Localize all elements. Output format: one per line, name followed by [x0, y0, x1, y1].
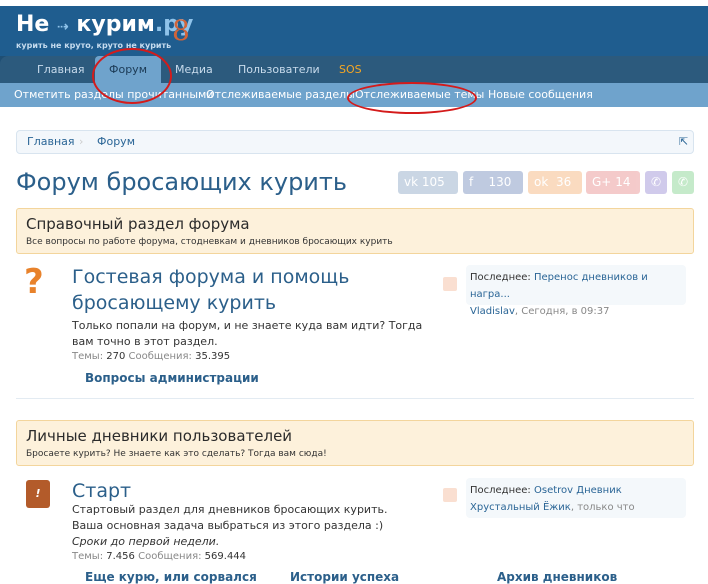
site-logo[interactable]: Не ⇢ курим.ру [16, 12, 193, 37]
subforum-link[interactable]: Еще курю, или сорвался [85, 570, 257, 584]
forum-title[interactable]: Старт [72, 480, 131, 502]
subforum-link[interactable]: Истории успеха [290, 570, 399, 584]
share-ok-button[interactable]: ok 36 [528, 171, 582, 194]
share-vk-button[interactable]: vk 105 [398, 171, 458, 194]
category-description: Бросаете курить? Не знаете как это сдела… [26, 449, 327, 459]
tab-media[interactable]: Медиа [175, 56, 213, 83]
whatsapp-icon[interactable]: ✆ [672, 171, 694, 194]
last-post: Последнее: Перенос дневников и награ... … [466, 265, 686, 317]
divider [16, 398, 694, 399]
tagline: курить не круто, круто не курить [16, 41, 172, 50]
forum-title-line2[interactable]: бросающему курить [72, 292, 276, 314]
subforum-link[interactable]: Архив дневников [497, 570, 617, 584]
share-gplus-button[interactable]: G+ 14 [586, 171, 640, 194]
share-facebook-button[interactable]: f 130 [463, 171, 523, 194]
forum-description: Стартовый раздел для дневников бросающих… [72, 503, 388, 532]
forum-description: Только попали на форум, и не знаете куда… [72, 319, 423, 348]
tab-users[interactable]: Пользователи [238, 56, 320, 83]
category-header: Справочный раздел форума Все вопросы по … [16, 208, 694, 254]
breadcrumb-separator: › [79, 135, 84, 148]
last-post-link[interactable]: Osetrov Дневник [534, 485, 622, 496]
last-post-user[interactable]: Хрустальный Ёжик [470, 502, 571, 513]
forum-title[interactable]: Гостевая форума и помощь [72, 266, 349, 288]
category-header: Личные дневники пользователей Бросаете к… [16, 420, 694, 466]
forum-note: Сроки до первой недели. [72, 535, 220, 548]
rss-icon[interactable] [443, 488, 457, 502]
rss-icon[interactable] [443, 277, 457, 291]
cigarette-icon: ⇢ [57, 19, 69, 35]
question-icon: ? [24, 262, 44, 302]
category-title[interactable]: Справочный раздел форума [26, 215, 250, 233]
eight-march-icon: 8 [172, 14, 190, 47]
forum-stats: Темы: 270 Сообщения: 35.395 [72, 351, 231, 362]
annotation-circle [347, 82, 477, 114]
page-title: Форум бросающих курить [16, 168, 348, 196]
breadcrumb-forum[interactable]: Форум [97, 131, 135, 153]
site-header: Не ⇢ курим.ру 8 курить не круто, круто н… [0, 6, 708, 56]
last-post-user[interactable]: Vladislav [470, 306, 515, 317]
category-title[interactable]: Личные дневники пользователей [26, 427, 292, 445]
tab-sos[interactable]: SOS [339, 56, 362, 83]
breadcrumb: Главная › Форум ⇱ [16, 130, 694, 154]
viber-icon[interactable]: ✆ [645, 171, 667, 194]
tab-home[interactable]: Главная [37, 56, 85, 83]
breadcrumb-home[interactable]: Главная [27, 131, 75, 153]
last-post: Последнее: Osetrov Дневник Хрустальный Ё… [466, 478, 686, 518]
expand-icon[interactable]: ⇱ [679, 131, 688, 153]
watched-forums-link[interactable]: Отслеживаемые разделы [206, 83, 355, 107]
annotation-circle [92, 48, 172, 104]
subforum-link[interactable]: Вопросы администрации [85, 371, 259, 385]
category-description: Все вопросы по работе форума, стодневкам… [26, 237, 393, 247]
forum-stats: Темы: 7.456 Сообщения: 569.444 [72, 551, 247, 562]
new-posts-link[interactable]: Новые сообщения [488, 83, 593, 107]
notebook-icon: ! [26, 480, 50, 508]
